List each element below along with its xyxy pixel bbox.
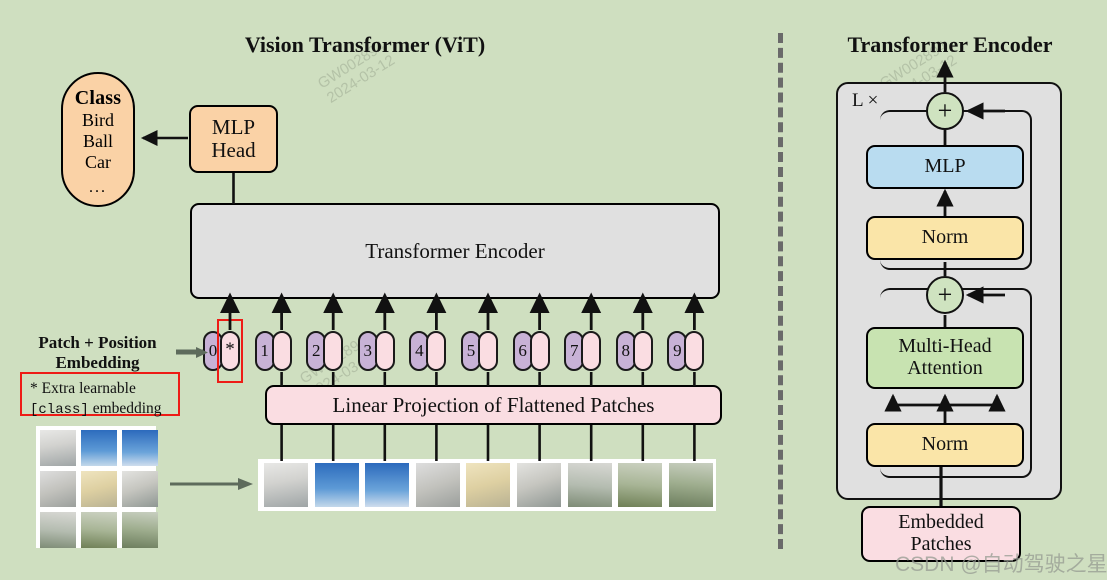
source-patch-5: [81, 471, 117, 507]
mlp-head-box: MLP Head: [189, 105, 278, 173]
token-1: 1: [254, 331, 292, 371]
norm-bottom-label: Norm: [921, 433, 969, 456]
watermark-line2: 2024-03-12: [323, 51, 398, 107]
class-heading: Class: [74, 87, 122, 109]
right-panel-title: Transformer Encoder: [847, 32, 1053, 57]
repeat-count-label: L ×: [852, 90, 879, 111]
token-4: 4: [409, 331, 447, 371]
flattened-patch-2: [314, 463, 359, 507]
position-capsule-7: [581, 331, 602, 371]
vit-architecture-diagram: GW002894 2024-03-12 GW002894 2024-03-12 …: [0, 0, 1107, 580]
class-output-capsule: Class Bird Ball Car ...: [61, 72, 135, 207]
source-patch-3: [122, 430, 158, 466]
source-patch-6: [122, 471, 158, 507]
embedding-label-line1: Patch + Position: [38, 333, 157, 352]
source-patch-1: [40, 430, 76, 466]
note-line2-rest: embedding: [88, 399, 162, 417]
token-8: 8: [615, 331, 653, 371]
embedded-patches-box: Embedded Patches: [861, 506, 1021, 562]
linear-projection-bar: Linear Projection of Flattened Patches: [265, 385, 722, 425]
class-ellipsis: ...: [89, 178, 107, 196]
flattened-patch-5: [466, 463, 511, 507]
extra-learnable-note-box: * Extra learnable [class] embedding: [20, 372, 180, 418]
mha-label-line2: Attention: [907, 357, 983, 379]
embedding-label-line2: Embedding: [55, 352, 140, 372]
flattened-patch-strip: [258, 459, 716, 511]
embedded-patches-line2: Patches: [910, 533, 972, 555]
position-capsule-8: [632, 331, 653, 371]
multi-head-attention-block: Multi-Head Attention: [866, 327, 1024, 389]
mlp-block: MLP: [866, 145, 1024, 189]
source-patch-8: [81, 512, 117, 548]
flattened-patch-3: [365, 463, 410, 507]
position-capsule-4: [426, 331, 447, 371]
norm-block-top: Norm: [866, 216, 1024, 260]
flattened-patch-4: [415, 463, 460, 507]
flattened-patch-9: [668, 463, 713, 507]
flattened-patch-7: [567, 463, 612, 507]
residual-add-top: +: [926, 92, 964, 130]
token-7: 7: [564, 331, 602, 371]
class-item-car: Car: [85, 151, 111, 172]
left-panel-title: Vision Transformer (ViT): [244, 32, 486, 57]
mlp-block-label: MLP: [924, 155, 966, 178]
source-patch-7: [40, 512, 76, 548]
token-3: 3: [357, 331, 395, 371]
flattened-patch-6: [517, 463, 561, 507]
class-item-bird: Bird: [81, 110, 114, 130]
position-capsule-2: [323, 331, 344, 371]
class-token-highlight: [217, 319, 243, 383]
source-patch-2: [81, 430, 117, 466]
linear-projection-label: Linear Projection of Flattened Patches: [332, 392, 655, 417]
mlp-head-line1: MLP: [211, 115, 256, 140]
transformer-encoder-bar-label: Transformer Encoder: [365, 238, 545, 263]
patch-position-embedding-label: Patch + Position Embedding: [20, 333, 175, 372]
position-capsule-1: [271, 331, 292, 371]
flattened-patch-1: [264, 463, 308, 507]
position-capsule-9: [684, 331, 705, 371]
embedded-patches-line1: Embedded: [898, 511, 984, 534]
token-6: 6: [512, 331, 550, 371]
class-token-code: [class]: [30, 401, 89, 418]
token-2: 2: [306, 331, 344, 371]
class-item-ball: Ball: [83, 130, 113, 151]
mha-label-line1: Multi-Head: [898, 335, 992, 358]
norm-top-label: Norm: [921, 226, 969, 249]
source-patch-4: [40, 471, 76, 507]
norm-block-bottom: Norm: [866, 423, 1024, 467]
panel-divider: [778, 33, 783, 549]
token-5: 5: [461, 331, 498, 371]
position-capsule-5: [478, 331, 498, 371]
position-capsule-6: [529, 331, 550, 371]
source-image-grid: [36, 426, 158, 548]
flattened-patch-8: [618, 463, 663, 507]
note-line2: [class] embedding: [30, 399, 170, 420]
source-patch-9: [122, 512, 158, 548]
mlp-head-line2: Head: [211, 138, 256, 162]
position-capsule-3: [374, 331, 395, 371]
note-line1: * Extra learnable: [30, 380, 136, 397]
token-9: 9: [667, 331, 705, 371]
residual-add-bottom: +: [926, 276, 964, 314]
transformer-encoder-bar: Transformer Encoder: [190, 203, 720, 299]
